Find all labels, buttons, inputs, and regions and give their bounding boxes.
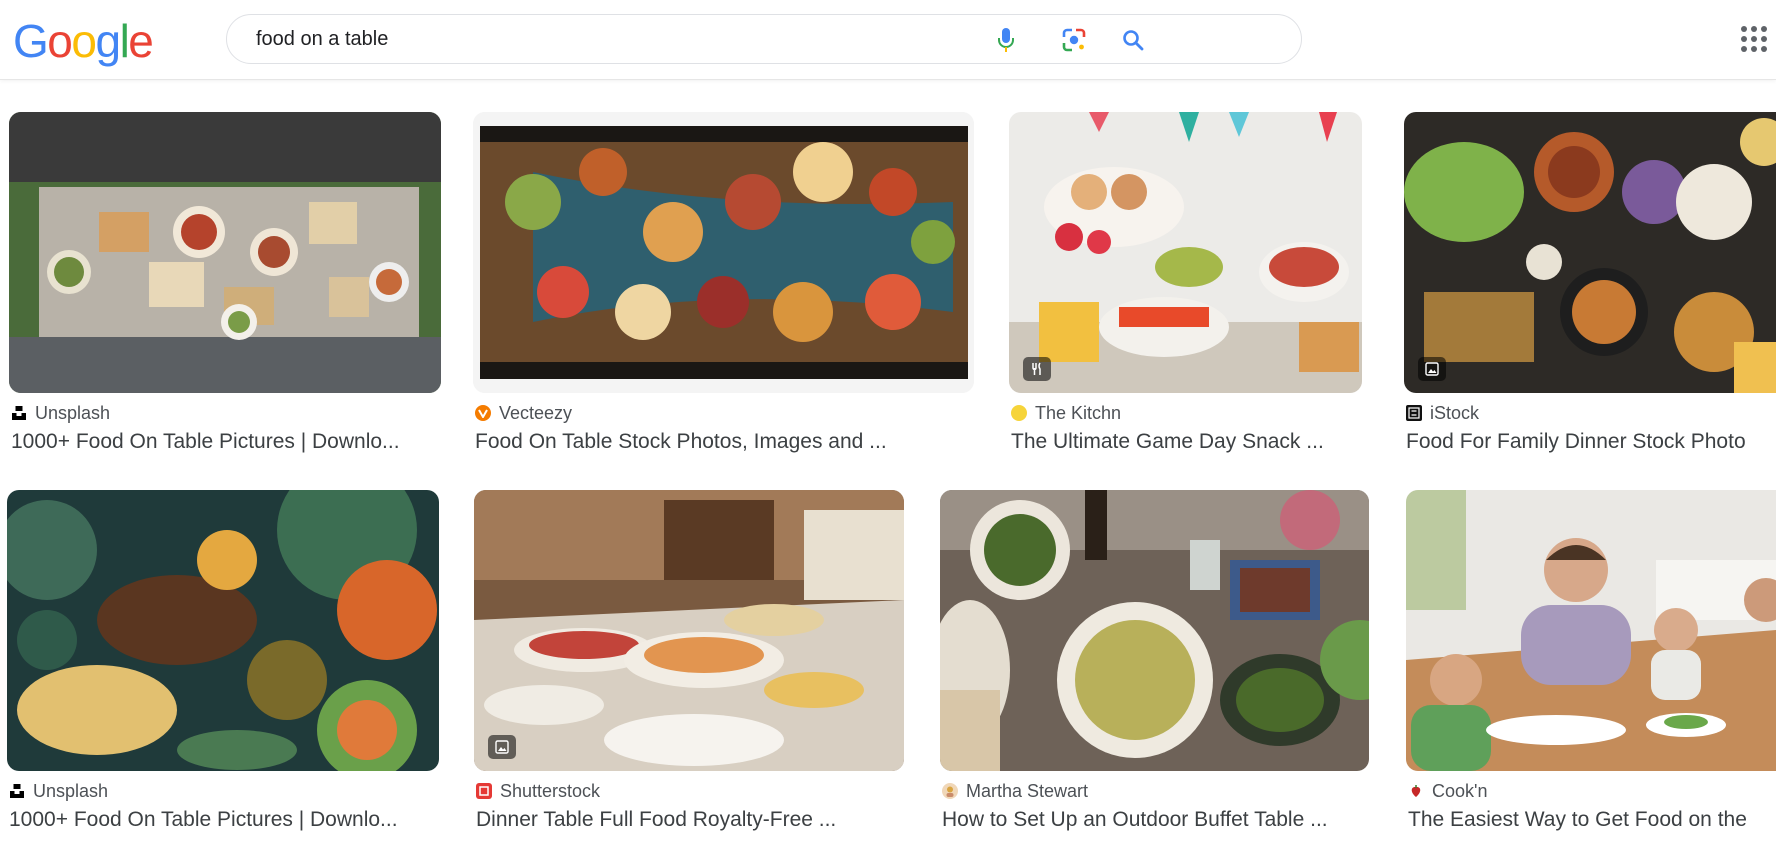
camera-lens-icon[interactable] — [1061, 27, 1087, 53]
result-source[interactable]: Unsplash — [11, 402, 110, 424]
result-source-name: Cook'n — [1432, 780, 1488, 801]
logo-letter: l — [119, 15, 130, 67]
result-source[interactable]: iStock — [1406, 402, 1479, 424]
result-title[interactable]: How to Set Up an Outdoor Buffet Table ..… — [942, 808, 1371, 832]
logo-letter: g — [95, 15, 121, 67]
result-title[interactable]: Dinner Table Full Food Royalty-Free ... — [476, 808, 906, 832]
image-icon — [1418, 357, 1446, 381]
result-title[interactable]: Food On Table Stock Photos, Images and .… — [475, 430, 976, 454]
search-icon[interactable] — [1120, 27, 1146, 53]
result-source-name: Unsplash — [33, 780, 109, 801]
result-source-name: Vecteezy — [499, 402, 573, 423]
result-source[interactable]: Unsplash — [9, 780, 108, 802]
image-result[interactable]: Martha Stewart How to Set Up an Outdoor … — [940, 490, 1369, 852]
result-thumbnail[interactable] — [474, 490, 904, 771]
result-thumbnail[interactable] — [1404, 112, 1776, 393]
istock-favicon-icon — [1406, 405, 1422, 421]
recipe-icon — [1023, 357, 1051, 381]
result-source[interactable]: Martha Stewart — [942, 780, 1088, 802]
martha-stewart-favicon-icon — [942, 783, 958, 799]
image-result[interactable]: Unsplash 1000+ Food On Table Pictures | … — [7, 490, 439, 852]
result-thumbnail[interactable] — [9, 112, 441, 393]
image-result[interactable]: iStock Food For Family Dinner Stock Phot… — [1404, 112, 1776, 462]
microphone-icon[interactable] — [993, 27, 1019, 53]
result-title[interactable]: The Ultimate Game Day Snack ... — [1011, 430, 1364, 454]
search-header: Google — [0, 0, 1776, 80]
logo-letter: e — [128, 15, 154, 67]
result-source-name: The Kitchn — [1035, 402, 1122, 423]
image-result[interactable]: Unsplash 1000+ Food On Table Pictures | … — [9, 112, 441, 462]
result-source-name: Unsplash — [35, 402, 111, 423]
image-result[interactable]: Shutterstock Dinner Table Full Food Roya… — [474, 490, 904, 852]
result-source[interactable]: Cook'n — [1408, 780, 1487, 802]
apps-grid-icon[interactable] — [1740, 25, 1768, 53]
logo-letter: o — [71, 15, 97, 67]
image-result[interactable]: Cook'n The Easiest Way to Get Food on th… — [1406, 490, 1776, 852]
result-source[interactable]: The Kitchn — [1011, 402, 1121, 424]
result-source-name: Shutterstock — [500, 780, 601, 801]
result-source[interactable]: Shutterstock — [476, 780, 600, 802]
logo-letter: o — [47, 15, 73, 67]
search-input[interactable] — [256, 25, 1076, 53]
image-icon — [488, 735, 516, 759]
search-box — [226, 14, 1302, 64]
result-source[interactable]: Vecteezy — [475, 402, 572, 424]
unsplash-favicon-icon — [9, 783, 25, 799]
result-thumbnail[interactable] — [1009, 112, 1362, 393]
shutterstock-favicon-icon — [476, 783, 492, 799]
result-thumbnail[interactable] — [473, 112, 974, 393]
result-source-name: iStock — [1430, 402, 1480, 423]
thekitchn-favicon-icon — [1011, 405, 1027, 421]
result-thumbnail[interactable] — [1406, 490, 1776, 771]
result-source-name: Martha Stewart — [966, 780, 1089, 801]
result-title[interactable]: The Easiest Way to Get Food on the — [1408, 808, 1776, 832]
google-logo[interactable]: Google — [13, 14, 154, 68]
result-thumbnail[interactable] — [7, 490, 439, 771]
vecteezy-favicon-icon — [475, 405, 491, 421]
cookn-favicon-icon — [1408, 783, 1424, 799]
result-title[interactable]: 1000+ Food On Table Pictures | Downlo... — [9, 808, 441, 832]
image-result[interactable]: Vecteezy Food On Table Stock Photos, Ima… — [473, 112, 974, 462]
result-title[interactable]: 1000+ Food On Table Pictures | Downlo... — [11, 430, 443, 454]
logo-letter: G — [13, 15, 49, 67]
image-result[interactable]: The Kitchn The Ultimate Game Day Snack .… — [1009, 112, 1362, 462]
result-thumbnail[interactable] — [940, 490, 1369, 771]
result-title[interactable]: Food For Family Dinner Stock Photo — [1406, 430, 1776, 454]
unsplash-favicon-icon — [11, 405, 27, 421]
